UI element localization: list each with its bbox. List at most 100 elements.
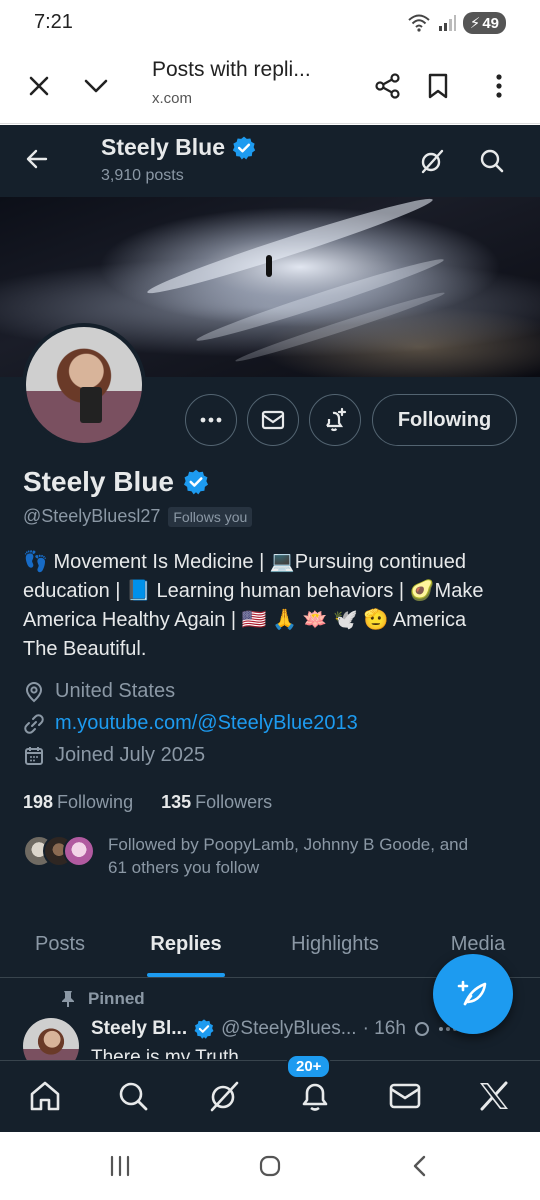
home-circle-icon	[259, 1155, 281, 1177]
followed-by-line: 61 others you follow	[108, 858, 260, 877]
chevron-down-icon	[84, 79, 108, 93]
location-row: United States	[23, 680, 175, 703]
nav-x-premium[interactable]	[469, 1071, 519, 1121]
close-icon	[29, 76, 49, 96]
banner-streak	[144, 197, 436, 301]
joined-row: Joined July 2025	[23, 744, 205, 767]
nav-grok[interactable]	[199, 1071, 249, 1121]
follow-stats: 198 Following 135 Followers	[23, 792, 272, 813]
status-icons: ⚡ 49	[407, 12, 506, 34]
profile-bio: 👣 Movement Is Medicine | 💻Pursuing conti…	[23, 548, 523, 664]
banner-figure	[266, 255, 272, 277]
location-pin-icon	[25, 681, 43, 702]
charging-icon: ⚡	[469, 15, 481, 32]
followed-by-avatars	[23, 835, 95, 869]
link-icon	[24, 713, 44, 734]
profile-joined-date: Joined July 2025	[55, 744, 206, 766]
notify-button[interactable]	[309, 394, 361, 446]
verified-badge-icon	[232, 136, 256, 159]
search-icon	[480, 149, 504, 173]
status-time: 7:21	[34, 11, 73, 33]
home-button[interactable]	[250, 1150, 290, 1182]
grok-icon[interactable]	[412, 1019, 432, 1039]
handle-row: @SteelyBluesl27 Follows you	[23, 506, 253, 527]
profile-website-link[interactable]: m.youtube.com/@SteelyBlue2013	[55, 712, 358, 735]
bell-icon	[302, 1083, 328, 1111]
envelope-icon	[261, 410, 285, 430]
post-header: Steely Bl... @SteelyBlues... · 16h	[91, 1018, 458, 1040]
share-icon	[375, 73, 400, 99]
calendar-icon	[25, 746, 43, 765]
system-nav-bar	[0, 1132, 540, 1200]
follows-you-badge: Follows you	[168, 506, 253, 527]
share-button[interactable]	[366, 64, 410, 108]
compose-post-button[interactable]	[433, 954, 513, 1034]
grok-icon	[421, 149, 444, 174]
recent-apps-button[interactable]	[100, 1150, 140, 1182]
bio-line: The Beautiful.	[23, 638, 147, 660]
minimize-tab-button[interactable]	[74, 64, 118, 108]
post-author-handle: @SteelyBlues...	[221, 1018, 357, 1039]
battery-level: 49	[482, 14, 499, 32]
bell-plus-icon	[326, 407, 347, 432]
back-system-button[interactable]	[400, 1150, 440, 1182]
envelope-icon	[389, 1083, 421, 1109]
message-button[interactable]	[247, 394, 299, 446]
grok-icon	[210, 1081, 239, 1112]
close-tab-button[interactable]	[17, 64, 61, 108]
x-logo-icon	[480, 1081, 508, 1111]
pinned-label-row: Pinned	[60, 989, 145, 1009]
followers-stat[interactable]: 135 Followers	[161, 792, 272, 813]
followers-count: 135	[161, 792, 192, 812]
bookmark-button[interactable]	[416, 64, 460, 108]
more-horizontal-icon	[200, 417, 222, 423]
page-url: x.com	[152, 90, 193, 107]
profile-handle: @SteelyBluesl27	[23, 506, 161, 526]
profile-name-row: Steely Blue	[23, 466, 210, 498]
pinned-label: Pinned	[88, 989, 145, 1008]
header-post-count: 3,910 posts	[101, 167, 184, 184]
nav-messages[interactable]	[380, 1071, 430, 1121]
compose-feather-icon	[457, 980, 487, 1006]
back-button[interactable]	[17, 139, 57, 179]
verified-badge-icon	[194, 1019, 214, 1039]
tab-replies[interactable]: Replies	[136, 910, 236, 978]
profile-avatar[interactable]	[22, 323, 146, 447]
bio-line: America Healthy Again | 🇺🇸 🙏 🪷 🕊️ 🫡 Amer…	[23, 609, 467, 631]
post-timestamp: · 16h	[362, 1018, 406, 1039]
tab-highlights[interactable]: Highlights	[270, 910, 400, 978]
status-bar: 7:21 ⚡ 49	[0, 0, 540, 48]
follower-avatar	[63, 835, 95, 867]
following-stat[interactable]: 198 Following	[23, 792, 133, 813]
recent-apps-icon	[110, 1155, 130, 1177]
verified-badge-icon[interactable]	[182, 468, 210, 496]
notification-count-badge: 20+	[286, 1054, 332, 1079]
battery-indicator: ⚡ 49	[462, 12, 506, 34]
search-icon	[119, 1082, 148, 1111]
following-button[interactable]: Following	[372, 394, 517, 446]
bio-line: 👣 Movement Is Medicine | 💻Pursuing conti…	[23, 551, 466, 573]
following-label: Following	[57, 792, 134, 812]
grok-button[interactable]	[410, 139, 454, 183]
search-button[interactable]	[470, 139, 514, 183]
profile-location: United States	[55, 680, 176, 702]
followed-by-text: Followed by PoopyLamb, Johnny B Goode, a…	[108, 833, 528, 879]
more-vertical-icon	[496, 74, 502, 98]
post-text: There is my Truth	[91, 1047, 239, 1059]
more-actions-button[interactable]	[185, 394, 237, 446]
nav-home[interactable]	[20, 1071, 70, 1121]
arrow-left-icon	[26, 149, 48, 169]
nav-search[interactable]	[108, 1071, 158, 1121]
post-author-name[interactable]: Steely Bl...	[91, 1018, 187, 1040]
signal-icon	[438, 15, 456, 31]
header-name: Steely Blue	[101, 134, 225, 160]
bookmark-icon	[428, 73, 448, 99]
bio-line: education | 📘 Learning human behaviors |…	[23, 580, 484, 602]
x-profile-page: Steely Blue 3,910 posts Following Steely…	[0, 125, 540, 1132]
chevron-left-icon	[413, 1155, 426, 1177]
more-options-button[interactable]	[477, 64, 521, 108]
tab-posts[interactable]: Posts	[14, 910, 106, 978]
browser-toolbar: Posts with repli... x.com	[0, 48, 540, 124]
following-count: 198	[23, 792, 54, 812]
page-title: Posts with repli...	[152, 58, 311, 81]
